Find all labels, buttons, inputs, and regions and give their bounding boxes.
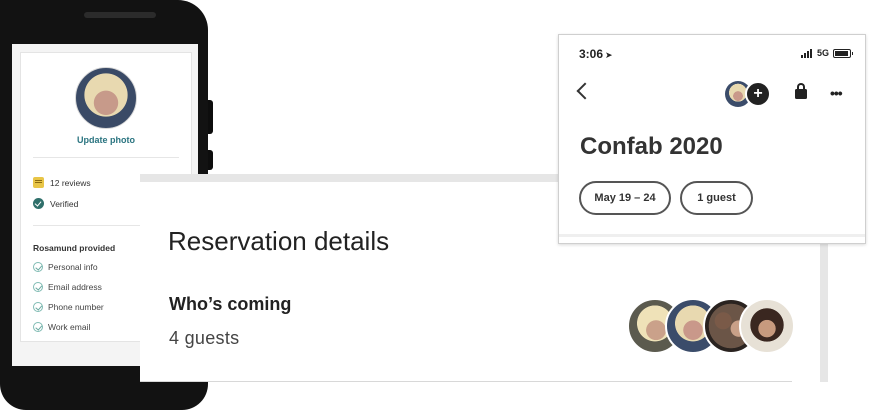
status-indicators: 5G [800,48,853,58]
trip-title: Confab 2020 [580,133,723,160]
guest-count: 4 guests [169,328,240,348]
verified-badge-icon [33,198,44,209]
lock-icon[interactable] [795,83,807,99]
provided-item: Email address [33,282,102,292]
divider [33,157,179,158]
reservation-title: Reservation details [168,226,390,256]
divider [140,381,792,382]
phone-side-button [208,150,213,170]
status-time-label: 3:06 [579,47,604,61]
phone-side-button [208,100,213,134]
verified-label: Verified [50,198,79,209]
check-circle-icon [33,262,43,272]
dates-chip[interactable]: May 19 – 24 [579,181,671,215]
location-arrow-icon: ➤ [605,50,613,60]
guest-avatar[interactable] [739,298,795,354]
reviews-row[interactable]: 12 reviews [33,177,91,188]
provided-item-label: Work email [48,322,91,332]
ios-trip-screen: 3:06 ➤ 5G + ••• Confab 2020 May 19 – 24 1… [558,34,866,244]
status-time: 3:06 ➤ [579,47,613,61]
provided-item: Phone number [33,302,104,312]
network-label: 5G [816,48,829,58]
provided-item: Personal info [33,262,98,272]
phone-speaker [84,12,156,18]
battery-icon [833,48,853,58]
review-bubble-icon [33,177,44,188]
provided-item: Work email [33,322,90,332]
whos-coming-heading: Who’s coming [169,294,292,314]
update-photo-link[interactable]: Update photo [21,135,191,145]
trip-guest-avatars[interactable]: + [725,81,773,107]
signal-icon [800,48,813,58]
provided-item-label: Email address [48,282,102,292]
guest-avatar-stack[interactable] [627,298,797,354]
check-circle-icon [33,322,43,332]
profile-avatar[interactable] [75,67,137,129]
add-guest-button[interactable]: + [745,81,771,107]
divider [559,234,865,237]
provided-item-label: Personal info [48,262,98,272]
more-options-icon[interactable]: ••• [830,85,843,101]
provided-item-label: Phone number [48,302,104,312]
provided-title: Rosamund provided [33,243,116,253]
reviews-label: 12 reviews [50,177,91,188]
verified-row: Verified [33,198,78,209]
back-chevron-icon[interactable] [576,82,594,100]
guests-chip[interactable]: 1 guest [680,181,753,215]
check-circle-icon [33,302,43,312]
check-circle-icon [33,282,43,292]
